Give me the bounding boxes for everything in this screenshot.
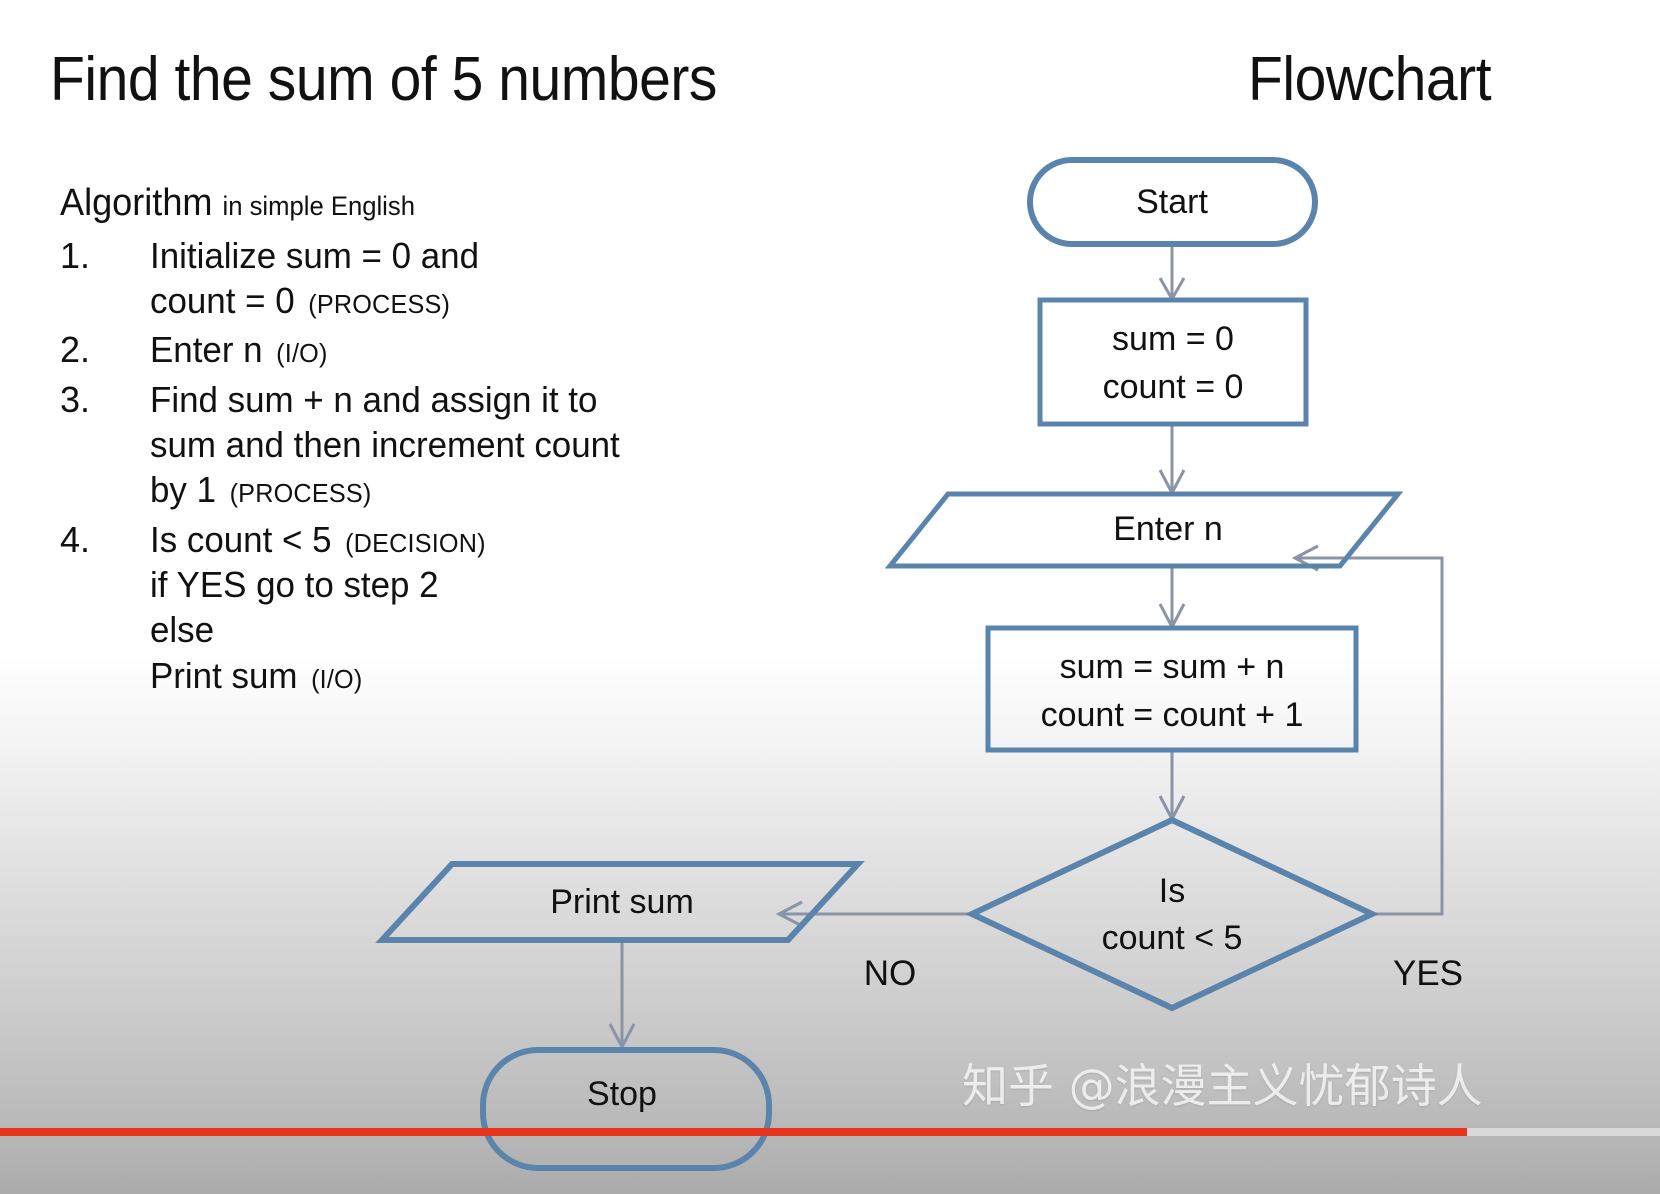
algorithm-block: Algorithm in simple English 1. Initializ…: [60, 182, 840, 702]
algorithm-step: 3. Find sum + n and assign it to sum and…: [60, 377, 840, 513]
flow-node-accum-line1: sum = sum + n: [1060, 648, 1285, 686]
step-tag: (DECISION): [345, 527, 486, 558]
step-line: Is count < 5: [150, 518, 332, 560]
flow-node-start[interactable]: Start: [1027, 157, 1318, 247]
step-line: if YES go to step 2: [150, 564, 439, 606]
step-line: Find sum + n and assign it to: [150, 378, 598, 420]
edge-output-to-stop: [608, 940, 636, 1051]
flow-node-init-line2: count = 0: [1103, 368, 1244, 406]
step-line: Initialize sum = 0 and: [150, 234, 480, 276]
step-tag: (PROCESS): [308, 288, 451, 319]
flow-node-output-label: Print sum: [550, 883, 694, 921]
step-body: Initialize sum = 0 and count = 0 (PROCESS…: [150, 233, 819, 324]
step-line: else: [150, 609, 215, 651]
algorithm-step: 2. Enter n (I/O): [60, 327, 840, 372]
step-line: Print sum: [150, 654, 298, 696]
flow-node-start-label: Start: [1136, 183, 1208, 221]
flow-node-stop-label: Stop: [587, 1075, 657, 1113]
edge-init-to-input: [1158, 424, 1186, 497]
step-number: 3.: [60, 378, 91, 420]
step-body: Is count < 5 (DECISION) if YES go to step…: [150, 517, 819, 698]
step-number: 1.: [60, 234, 91, 276]
flow-node-accum[interactable]: sum = sum + n count = count + 1: [985, 625, 1359, 753]
step-number: 4.: [60, 518, 91, 560]
edge-accum-to-decision: [1158, 750, 1186, 823]
flow-node-decision-line2: count < 5: [1102, 919, 1243, 957]
flow-node-stop[interactable]: Stop: [480, 1047, 772, 1171]
step-line: Enter n: [150, 329, 263, 371]
slide-canvas: Find the sum of 5 numbers Flowchart Algo…: [0, 0, 1660, 1194]
branch-label-yes: YES: [1393, 954, 1463, 993]
video-progress-fill[interactable]: [0, 1128, 1467, 1136]
flow-node-init[interactable]: sum = 0 count = 0: [1037, 297, 1309, 427]
watermark: 知乎 @浪漫主义忧郁诗人: [962, 1059, 1483, 1113]
flow-node-decision-line1: Is: [1159, 872, 1185, 910]
algorithm-heading-sub: in simple English: [222, 191, 415, 221]
step-line: count = 0: [150, 279, 295, 321]
algorithm-heading-strong: Algorithm: [60, 182, 213, 224]
flow-node-input-label: Enter n: [1113, 510, 1223, 548]
flow-node-decision[interactable]: Is count < 5: [964, 816, 1380, 1012]
step-line: sum and then increment count: [150, 423, 620, 465]
step-body: Find sum + n and assign it to sum and th…: [150, 377, 819, 513]
flow-node-input[interactable]: Enter n: [884, 491, 1404, 569]
step-body: Enter n (I/O): [150, 327, 819, 372]
step-number: 2.: [60, 329, 91, 371]
step-line: by 1: [150, 469, 217, 511]
page-subtitle-flowchart: Flowchart: [1248, 45, 1492, 114]
edge-start-to-init: [1158, 243, 1186, 303]
flow-node-init-line1: sum = 0: [1112, 320, 1234, 358]
algorithm-step: 1. Initialize sum = 0 and count = 0 (PROC…: [60, 233, 840, 324]
step-tag: (I/O): [276, 338, 328, 369]
edge-decision-to-input-yes: [1291, 544, 1444, 916]
step-tag: (I/O): [311, 663, 363, 694]
algorithm-step-list: 1. Initialize sum = 0 and count = 0 (PROC…: [60, 233, 840, 699]
algorithm-step: 4. Is count < 5 (DECISION) if YES go to s…: [60, 517, 840, 698]
algorithm-heading: Algorithm in simple English: [60, 182, 801, 225]
page-title: Find the sum of 5 numbers: [50, 45, 717, 114]
edge-decision-to-output-no: [775, 900, 972, 928]
step-tag: (PROCESS): [229, 478, 372, 509]
flow-node-accum-line2: count = count + 1: [1041, 696, 1304, 734]
flow-node-output[interactable]: Print sum: [375, 861, 865, 943]
edge-input-to-accum: [1158, 566, 1186, 631]
branch-label-no: NO: [864, 954, 917, 993]
